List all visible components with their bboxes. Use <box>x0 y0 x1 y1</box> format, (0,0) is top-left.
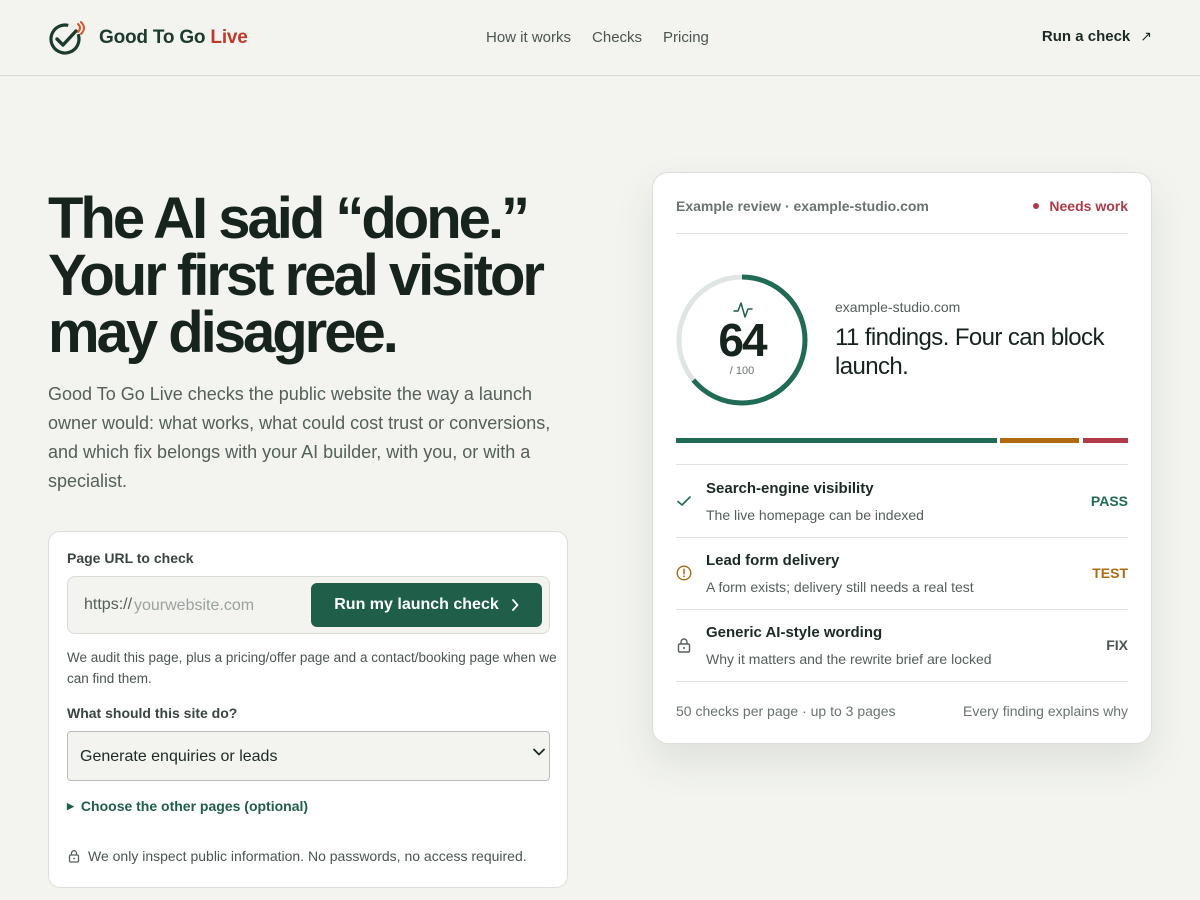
run-a-check-link[interactable]: Run a check ↗ <box>1042 28 1152 45</box>
status-dot-icon <box>1033 203 1040 209</box>
score-max: / 100 <box>729 365 755 377</box>
lock-icon <box>677 638 691 653</box>
check-row-ai-wording[interactable]: Generic AI-style wording Why it matters … <box>676 609 1128 681</box>
header-divider <box>676 233 1128 234</box>
example-review-card: Example review · example-studio.com Need… <box>652 172 1152 744</box>
hero-title-line-1: The AI said “done.” <box>48 186 530 251</box>
run-launch-check-button[interactable]: Run my launch check <box>311 583 542 627</box>
url-input-row: https:// Run my launch check <box>67 576 550 634</box>
status-badge: Needs work <box>1033 198 1128 214</box>
choose-other-pages-toggle[interactable]: ▶ Choose the other pages (optional) <box>67 798 308 814</box>
findings-summary: 11 findings. Four can block launch. <box>835 324 1104 380</box>
audit-scope-note: We audit this page, plus a pricing/offer… <box>67 650 557 686</box>
severity-bar-pass <box>676 438 997 443</box>
review-header: Example review · example-studio.com <box>676 198 929 214</box>
url-prefix: https:// <box>84 596 133 613</box>
main-nav: How it works Checks Pricing <box>486 29 709 46</box>
check-status-fix: FIX <box>1106 637 1128 653</box>
checks-count-note: 50 checks per page · up to 3 pages <box>676 703 896 719</box>
brand-name: Good To Go Live <box>99 27 248 48</box>
nav-checks[interactable]: Checks <box>592 29 642 46</box>
check-status-pass: PASS <box>1090 493 1128 509</box>
url-label: Page URL to check <box>67 550 194 566</box>
site-header: Good To Go Live How it works Checks Pric… <box>0 0 1200 76</box>
check-signal-logo-icon <box>49 21 85 55</box>
reviewed-site-name: example-studio.com <box>835 299 961 315</box>
hero-title-line-3: may disagree. <box>48 300 399 365</box>
lock-icon <box>68 850 80 863</box>
hero-subtitle: Good To Go Live checks the public websit… <box>48 384 551 491</box>
check-row-search-visibility[interactable]: Search-engine visibility The live homepa… <box>676 465 1128 537</box>
check-title: Lead form delivery <box>706 552 840 569</box>
url-input[interactable] <box>134 591 304 621</box>
hero-title: The AI said “done.” Your first real visi… <box>48 186 568 365</box>
check-title: Generic AI-style wording <box>706 624 883 641</box>
hero-title-line-2: Your first real visitor <box>48 243 545 308</box>
arrow-up-right-icon: ↗ <box>1140 28 1152 44</box>
check-row-lead-form[interactable]: Lead form delivery A form exists; delive… <box>676 537 1128 609</box>
launch-check-form: Page URL to check https:// Run my launch… <box>48 531 568 888</box>
brand-logo[interactable]: Good To Go Live <box>48 20 248 56</box>
choose-other-pages-label: Choose the other pages (optional) <box>80 798 309 814</box>
run-launch-check-label: Run my launch check <box>334 596 499 613</box>
check-description: A form exists; delivery still needs a re… <box>706 579 974 595</box>
nav-how-it-works[interactable]: How it works <box>486 29 571 46</box>
footer-divider <box>676 681 1128 682</box>
check-status-test: TEST <box>1092 565 1128 581</box>
privacy-note: We only inspect public information. No p… <box>67 848 527 864</box>
warning-circle-icon <box>676 565 692 581</box>
check-description: The live homepage can be indexed <box>706 507 924 523</box>
severity-bar-fix <box>1083 438 1128 443</box>
check-title: Search-engine visibility <box>706 480 874 497</box>
nav-pricing[interactable]: Pricing <box>663 29 709 46</box>
check-icon <box>677 496 691 506</box>
goal-label: What should this site do? <box>67 705 238 721</box>
privacy-text: We only inspect public information. No p… <box>88 848 527 864</box>
severity-bar-test <box>1000 438 1079 443</box>
check-description: Why it matters and the rewrite brief are… <box>706 651 992 667</box>
disclosure-triangle-icon: ▶ <box>67 800 74 811</box>
chevron-right-icon <box>511 599 519 611</box>
run-a-check-label: Run a check <box>1041 28 1131 45</box>
findings-explained-note: Every finding explains why <box>963 703 1128 719</box>
score-value: 64 <box>718 314 767 366</box>
status-text: Needs work <box>1049 198 1128 214</box>
site-goal-select[interactable]: Generate enquiries or leads <box>67 731 550 781</box>
